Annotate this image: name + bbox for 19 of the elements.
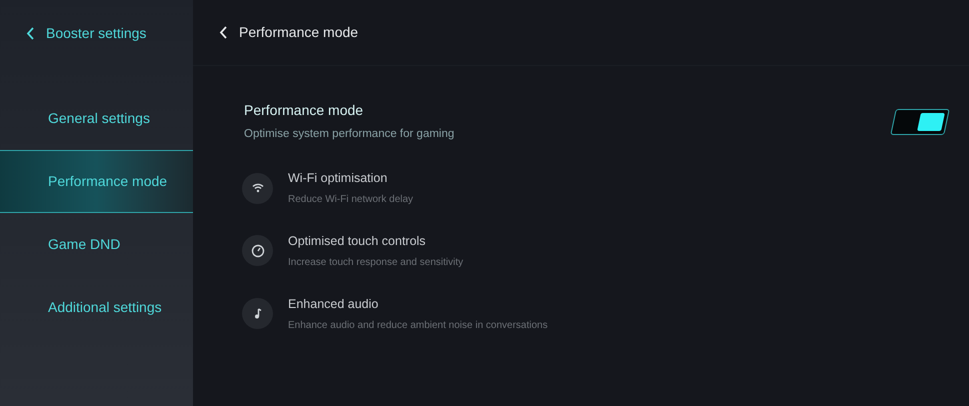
- feature-title: Enhanced audio: [288, 296, 380, 313]
- sidebar-item[interactable]: Game DND: [0, 213, 193, 276]
- feature-subtitle: Reduce Wi-Fi network delay: [288, 193, 414, 207]
- setting-subtitle: Optimise system performance for gaming: [244, 127, 454, 142]
- gauge-icon: [242, 235, 273, 266]
- sidebar-item[interactable]: Performance mode: [0, 150, 193, 213]
- feature-subtitle: Enhance audio and reduce ambient noise in conversations: [288, 318, 548, 332]
- page-title: Performance mode: [239, 23, 358, 42]
- sidebar-item[interactable]: General settings: [0, 87, 193, 150]
- feature-title: Optimised touch controls: [288, 233, 427, 250]
- feature-title: Wi-Fi optimisation: [288, 170, 388, 188]
- back-icon[interactable]: [26, 26, 34, 40]
- sidebar-title: Booster settings: [46, 24, 146, 43]
- feature-subtitle: Increase touch response and sensitivity: [288, 256, 464, 270]
- setting-title: Performance mode: [244, 101, 364, 120]
- sidebar-item[interactable]: Additional settings: [0, 276, 193, 339]
- music-note-icon: [242, 298, 273, 330]
- toggle-switch[interactable]: [890, 108, 950, 135]
- wifi-icon: [242, 172, 273, 204]
